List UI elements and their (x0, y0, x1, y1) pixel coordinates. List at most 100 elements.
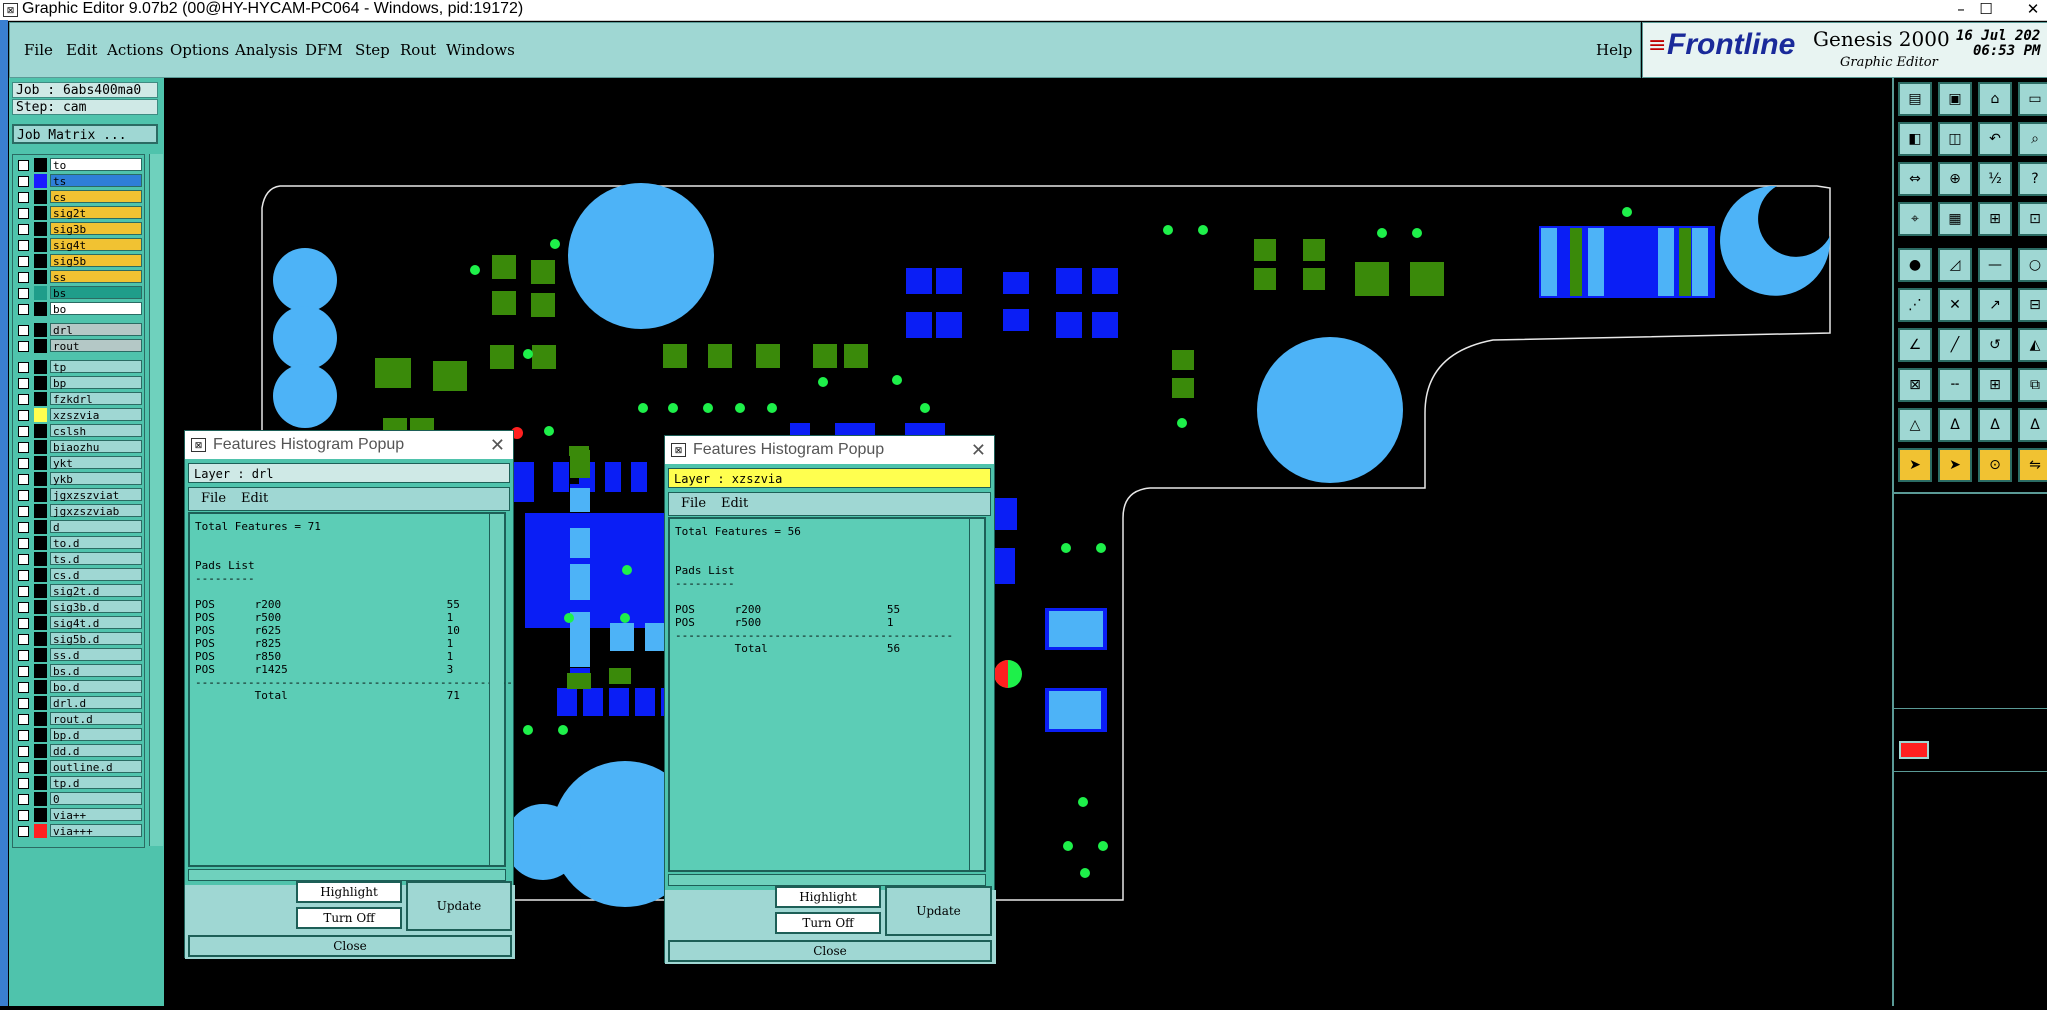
layer-row[interactable]: ts (13, 174, 144, 188)
layer-checkbox[interactable] (18, 272, 29, 283)
layer-name[interactable]: d (50, 519, 142, 534)
query-icon[interactable]: ? (2018, 162, 2047, 196)
zoom-step-icon[interactable]: ◫ (1938, 122, 1972, 156)
open-step-icon[interactable]: ▤ (1898, 82, 1932, 116)
layer-name[interactable]: dd.d (50, 743, 142, 758)
zoom-window-icon[interactable]: ◧ (1898, 122, 1932, 156)
layer-checkbox[interactable] (18, 240, 29, 251)
layer-checkbox[interactable] (18, 633, 29, 645)
histogram-text[interactable]: Total Features = 71 Pads List --------- POS… (188, 512, 513, 867)
layer-row[interactable]: dd.d (13, 743, 144, 758)
circle-icon[interactable]: ○ (2018, 248, 2047, 282)
layer-name[interactable]: sig4t.d (50, 615, 142, 630)
layer-name[interactable]: sig2t.d (50, 583, 142, 598)
layer-checkbox[interactable] (18, 457, 29, 469)
layer-row[interactable]: jgxzszviat (13, 487, 144, 502)
select-circle-icon[interactable]: ⊙ (1978, 448, 2012, 482)
popup-menu-file[interactable]: File (681, 493, 706, 515)
zoom-icon[interactable]: ⌕ (2018, 122, 2047, 156)
layer-name[interactable]: xzszvia (50, 407, 142, 422)
select-icon[interactable]: ➤ (1898, 448, 1932, 482)
step-thumbnail-icon[interactable] (1899, 741, 1929, 759)
connect-icon[interactable]: ⋰ (1898, 288, 1932, 322)
move-icon[interactable]: ↗ (1978, 288, 2012, 322)
close-window-button[interactable]: ✕ (2010, 0, 2047, 18)
layer-name[interactable]: bp (50, 375, 142, 390)
layer-checkbox[interactable] (18, 505, 29, 517)
update-button[interactable]: Update (406, 881, 512, 931)
layer-row[interactable]: cs (13, 190, 144, 204)
select-drag-icon[interactable]: ➤ (1938, 448, 1972, 482)
layer-checkbox[interactable] (18, 361, 29, 373)
layer-name[interactable]: to.d (50, 535, 142, 550)
menu-options[interactable]: Options (170, 41, 229, 59)
triangle-icon[interactable]: △ (1898, 408, 1932, 442)
layer-row[interactable]: drl.d (13, 695, 144, 710)
layer-checkbox[interactable] (18, 793, 29, 805)
home-icon[interactable]: ⌂ (1978, 82, 2012, 116)
menu-rout[interactable]: Rout (400, 41, 436, 59)
layer-checkbox[interactable] (18, 441, 29, 453)
layer-name[interactable]: tp.d (50, 775, 142, 790)
layer-row[interactable]: d (13, 519, 144, 534)
layer-checkbox[interactable] (18, 324, 29, 336)
layer-row[interactable]: tp (13, 359, 144, 374)
layer-name[interactable]: jgxzszviat (50, 487, 142, 502)
layer-checkbox[interactable] (18, 340, 29, 352)
layer-checkbox[interactable] (18, 521, 29, 533)
menu-actions[interactable]: Actions (107, 41, 163, 59)
box-icon[interactable]: ⊞ (1978, 368, 2012, 402)
layer-row[interactable]: to (13, 158, 144, 172)
grid-icon[interactable]: ▦ (1938, 202, 1972, 236)
text-vertical-scrollbar[interactable] (969, 519, 984, 870)
layer-row[interactable]: sig5b.d (13, 631, 144, 646)
layer-name[interactable]: bo.d (50, 679, 142, 694)
menu-windows[interactable]: Windows (446, 41, 515, 59)
layer-row[interactable]: bs.d (13, 663, 144, 678)
menu-edit[interactable]: Edit (66, 41, 97, 59)
layer-checkbox[interactable] (18, 425, 29, 437)
pad-snap-icon[interactable]: ⊠ (1898, 368, 1932, 402)
layer-name[interactable]: cslsh (50, 423, 142, 438)
layer-row[interactable]: sig2t (13, 206, 144, 220)
layer-row[interactable]: ykt (13, 455, 144, 470)
maximize-button[interactable]: ☐ (1963, 0, 2009, 18)
layer-row[interactable]: xzszvia (13, 407, 144, 422)
zoom-back-icon[interactable]: ↶ (1978, 122, 2012, 156)
layer-row[interactable]: sig3b.d (13, 599, 144, 614)
draw-icon[interactable]: ◿ (1938, 248, 1972, 282)
layer-checkbox[interactable] (18, 569, 29, 581)
layer-row[interactable]: biaozhu (13, 439, 144, 454)
layer-checkbox[interactable] (18, 192, 29, 203)
layer-row[interactable]: ts.d (13, 551, 144, 566)
layer-row[interactable]: cs.d (13, 567, 144, 582)
snap-pad-icon[interactable]: ⊡ (2018, 202, 2047, 236)
text-vertical-scrollbar[interactable] (489, 514, 504, 865)
layer-name[interactable]: biaozhu (50, 439, 142, 454)
layer-checkbox[interactable] (18, 473, 29, 485)
layer-row[interactable]: ss (13, 270, 144, 284)
layer-name[interactable]: via++ (50, 807, 142, 822)
layer-row[interactable]: ss.d (13, 647, 144, 662)
close-icon[interactable]: ✕ (490, 431, 505, 459)
curve-icon[interactable]: ↺ (1978, 328, 2012, 362)
turn-off-button[interactable]: Turn Off (775, 912, 881, 934)
layer-row[interactable]: ykb (13, 471, 144, 486)
layer-checkbox[interactable] (18, 617, 29, 629)
text-horizontal-scrollbar[interactable] (668, 874, 986, 886)
layer-checkbox[interactable] (18, 553, 29, 565)
layer-checkbox[interactable] (18, 681, 29, 693)
layer-checkbox[interactable] (18, 288, 29, 299)
update-button[interactable]: Update (885, 886, 992, 936)
layer-row[interactable]: sig5b (13, 254, 144, 268)
menu-help[interactable]: Help (1596, 41, 1632, 59)
snap-icon[interactable]: ⊞ (1978, 202, 2012, 236)
layer-checkbox[interactable] (18, 585, 29, 597)
layer-name[interactable]: sig3b.d (50, 599, 142, 614)
layer-name[interactable]: ts (50, 174, 142, 188)
layer-checkbox[interactable] (18, 489, 29, 501)
layer-name[interactable]: ts.d (50, 551, 142, 566)
layer-row[interactable]: via++ (13, 807, 144, 822)
layer-name[interactable]: bs.d (50, 663, 142, 678)
layer-checkbox[interactable] (18, 393, 29, 405)
